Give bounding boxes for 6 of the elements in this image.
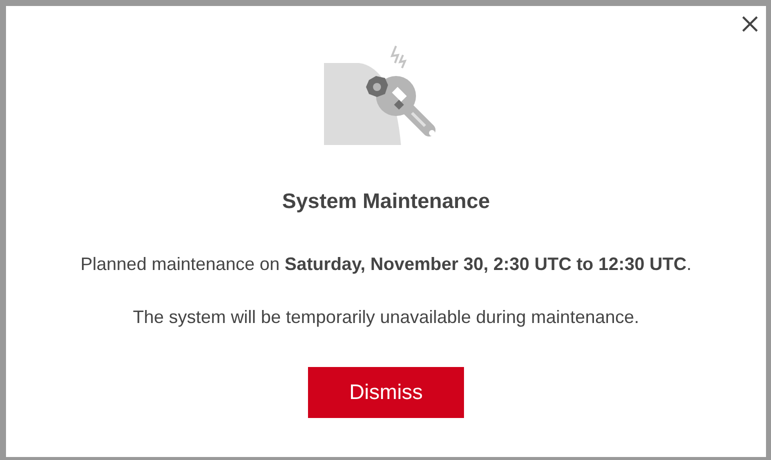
close-icon (742, 16, 758, 32)
dismiss-button[interactable]: Dismiss (308, 367, 464, 418)
availability-note: The system will be temporarily unavailable during maintenance. (132, 306, 640, 328)
maintenance-message: Planned maintenance on Saturday, November 30, 2:30 UTC to 12:30 UTC. (80, 253, 692, 275)
dialog-title: System Maintenance (282, 190, 490, 214)
close-button[interactable] (742, 16, 758, 32)
